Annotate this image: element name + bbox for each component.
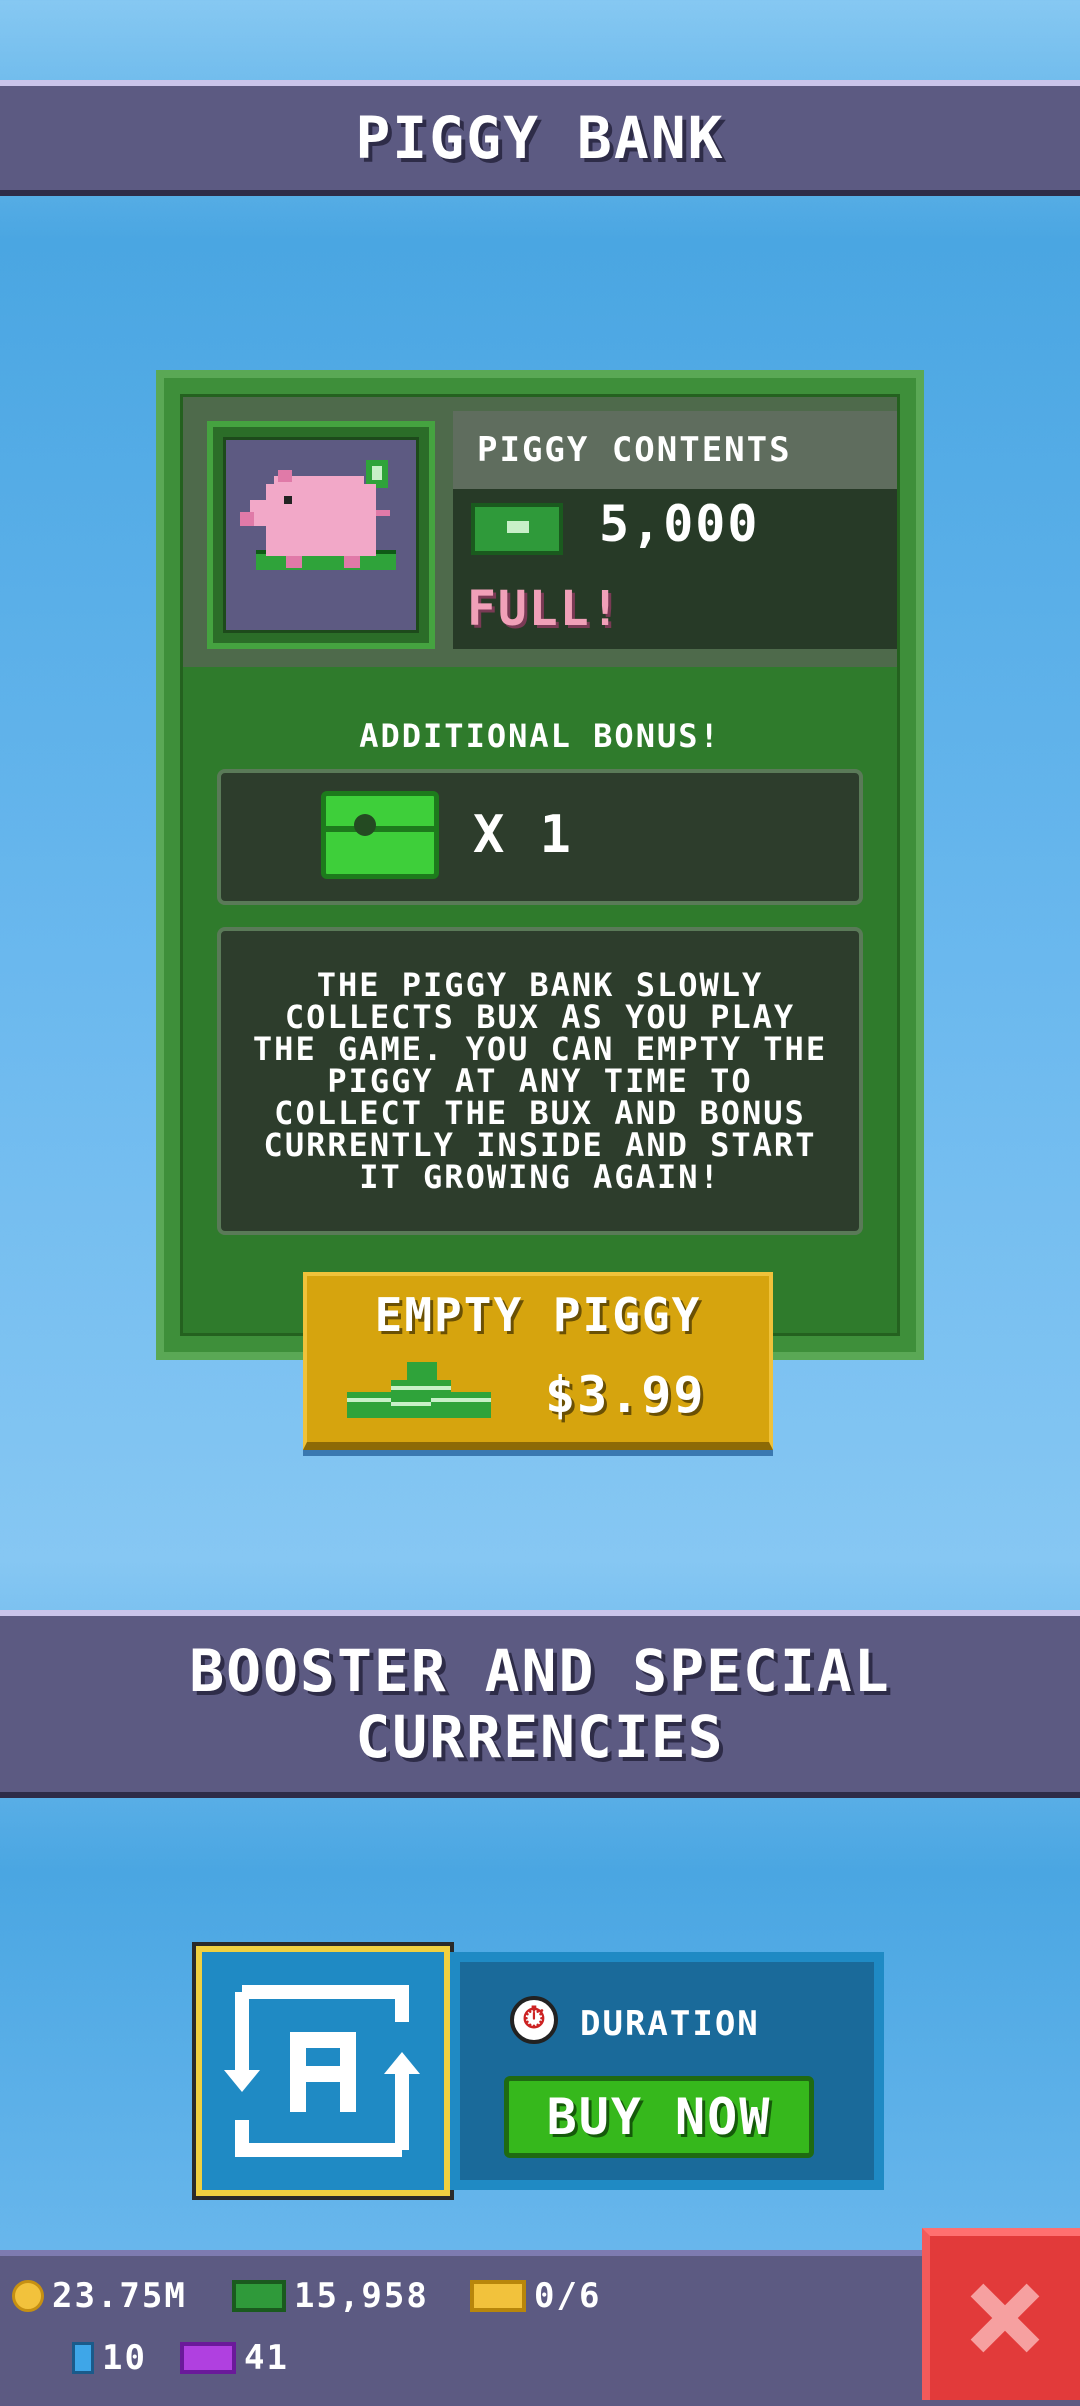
empty-piggy-button[interactable]: EMPTY PIGGY $3.99	[303, 1272, 773, 1450]
currency-bar: 23.75M 15,958 0/6 10 41	[0, 2250, 1080, 2406]
bonus-count: X 1	[473, 805, 573, 865]
piggy-bank-panel: PIGGY CONTENTS 5,000 FULL! ADDITIONAL BO…	[156, 370, 924, 1360]
purple-ticket-icon	[180, 2342, 236, 2374]
piggy-contents-box: PIGGY CONTENTS 5,000 FULL!	[183, 397, 897, 667]
pig-icon	[240, 460, 396, 570]
buy-now-button[interactable]: BUY NOW	[504, 2076, 814, 2158]
auto-icon	[224, 1985, 420, 2157]
booster-icon-frame[interactable]	[196, 1946, 450, 2196]
empty-piggy-label: EMPTY PIGGY	[374, 1288, 702, 1342]
purple-stat: 41	[180, 2338, 289, 2378]
bonus-title: ADDITIONAL BONUS!	[359, 717, 721, 755]
piggy-status: FULL!	[467, 581, 622, 637]
duration-label: DURATION	[580, 2004, 760, 2044]
coin-stat: 23.75M	[12, 2276, 187, 2316]
piggy-contents-amount: 5,000	[599, 495, 760, 553]
bux-icon	[471, 503, 563, 555]
ticket-icon	[470, 2280, 526, 2312]
bux-stat: 15,958	[232, 2276, 429, 2316]
booster-header: BOOSTER AND SPECIAL CURRENCIES	[0, 1610, 1080, 1798]
close-button[interactable]	[922, 2228, 1080, 2400]
piggy-bank-header: PIGGY BANK	[0, 80, 1080, 196]
piggy-contents-body: 5,000 FULL!	[453, 489, 897, 649]
booster-panel: ⏱ DURATION BUY NOW	[450, 1952, 884, 2190]
coin-icon	[12, 2280, 44, 2312]
pig-frame	[207, 421, 435, 649]
piggy-contents-title: PIGGY CONTENTS	[453, 411, 897, 489]
chest-icon	[321, 791, 439, 879]
ticket-stat: 0/6	[470, 2276, 601, 2316]
gem-icon	[72, 2342, 94, 2374]
empty-piggy-price: $3.99	[545, 1366, 706, 1424]
cash-stack-icon	[347, 1362, 491, 1418]
piggy-inner-panel: PIGGY CONTENTS 5,000 FULL! ADDITIONAL BO…	[180, 394, 900, 1336]
bonus-box: X 1	[217, 769, 863, 905]
clock-icon: ⏱	[510, 1996, 558, 2044]
close-icon	[970, 2283, 1040, 2353]
piggy-description: THE PIGGY BANK SLOWLY COLLECTS BUX AS YO…	[217, 927, 863, 1235]
bux-icon	[232, 2280, 286, 2312]
gem-stat: 10	[72, 2338, 147, 2378]
